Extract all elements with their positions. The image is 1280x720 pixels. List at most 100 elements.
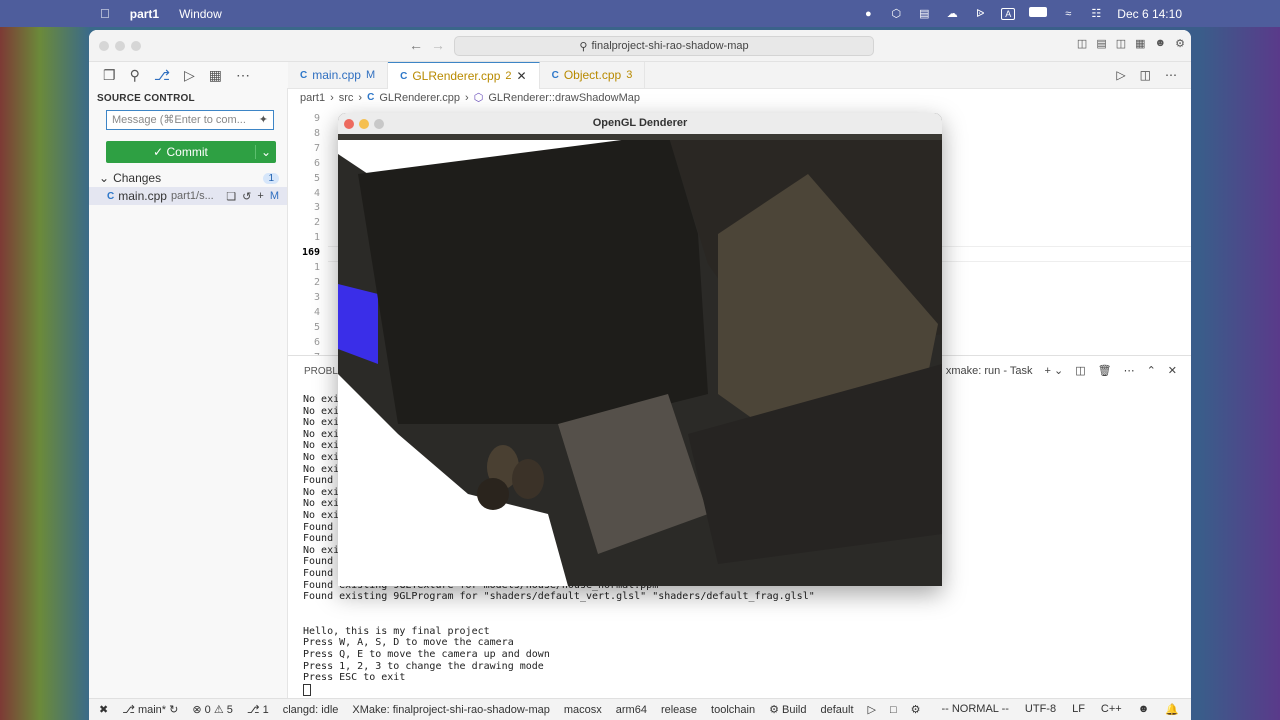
maximize-panel-icon[interactable]: ⌃ [1147, 364, 1156, 377]
toolchain[interactable]: toolchain [711, 704, 755, 716]
input-source-icon[interactable]: A [1001, 7, 1016, 20]
zoom-dot[interactable] [374, 119, 384, 129]
toggle-secondary-sidebar-icon[interactable]: ◫ [1116, 37, 1126, 50]
target[interactable]: default [820, 704, 853, 716]
split-editor-icon[interactable]: ◫ [1140, 68, 1151, 82]
chevron-down-icon[interactable]: ⌄ [255, 145, 276, 159]
battery-icon[interactable] [1029, 7, 1048, 20]
tab-object-cpp[interactable]: C Object.cpp 3 [540, 62, 646, 88]
breadcrumb-part1[interactable]: part1 [300, 92, 325, 104]
close-dot[interactable] [344, 119, 354, 129]
line-number: 8 [313, 127, 320, 139]
text-icon[interactable]: ▤ [917, 7, 931, 20]
explorer-icon[interactable]: ❐ [103, 67, 116, 84]
arch[interactable]: arm64 [616, 704, 647, 716]
sparkle-icon[interactable]: ✦ [259, 111, 268, 129]
debug-icon[interactable]: ⚙ [911, 703, 921, 716]
branch-icon: ⎇ [122, 704, 138, 716]
minimize-dot[interactable] [359, 119, 369, 129]
cloud-icon[interactable]: ☁ [945, 7, 959, 20]
build-button[interactable]: ⚙ Build [769, 703, 806, 716]
breadcrumb-file[interactable]: GLRenderer.cpp [379, 92, 460, 104]
run-icon[interactable]: ▷ [1116, 68, 1125, 82]
close-dot[interactable] [99, 41, 109, 51]
stage-icon[interactable]: + [257, 190, 263, 203]
run-icon[interactable]: ▷ [868, 703, 876, 716]
terminal-line: Press W, A, S, D to move the camera [303, 637, 514, 649]
commit-message-input[interactable]: Message (⌘Enter to com... ✦ [106, 110, 274, 130]
line-number: 6 [313, 157, 320, 169]
settings-gear-icon[interactable]: ⚙ [1175, 37, 1185, 50]
more-icon[interactable]: ⋯ [236, 67, 250, 84]
line-number: 4 [313, 187, 320, 199]
back-arrow-icon[interactable]: ← [409, 37, 423, 53]
opengl-window[interactable]: OpenGL Denderer [338, 113, 942, 586]
problems-status[interactable]: ⊗ 0 ⚠ 5 [192, 703, 233, 716]
window-menu[interactable]: Window [179, 7, 222, 21]
control-center-icon[interactable]: ☷ [1089, 7, 1103, 20]
close-panel-icon[interactable]: ✕ [1168, 364, 1177, 377]
commit-button[interactable]: ✓ Commit ⌄ [106, 141, 276, 163]
bluetooth-icon[interactable]: ᐉ [973, 7, 987, 20]
language-mode[interactable]: C++ [1101, 703, 1122, 716]
changes-group[interactable]: ⌄ Changes 1 [99, 170, 279, 186]
platform[interactable]: macosx [564, 704, 602, 716]
copilot-icon[interactable]: ☻ [1138, 703, 1150, 716]
trash-icon[interactable]: 🗑 [1098, 364, 1112, 377]
terminal-line: Hello, this is my final project [303, 625, 490, 637]
sync-icon: ↻ [169, 704, 179, 716]
customize-layout-icon[interactable]: ▦ [1135, 37, 1145, 50]
toggle-panel-icon[interactable]: ▤ [1096, 37, 1106, 50]
terminal-line: Press Q, E to move the camera up and dow… [303, 649, 550, 661]
search-text: finalproject-shi-rao-shadow-map [591, 40, 749, 52]
notifications-icon[interactable]: 🔔 [1165, 703, 1179, 716]
toggle-sidebar-icon[interactable]: ◫ [1077, 37, 1087, 50]
open-file-icon[interactable]: ❏ [226, 190, 236, 203]
gear-icon: ⚙ [769, 704, 782, 716]
clangd-status[interactable]: clangd: idle [283, 704, 339, 716]
ports-status[interactable]: ⎇ 1 [247, 703, 269, 716]
more-icon[interactable]: ⋯ [1124, 364, 1135, 377]
minimize-dot[interactable] [115, 41, 125, 51]
branch-status[interactable]: ⎇ main* ↻ [122, 703, 178, 716]
cpp-file-icon: C [400, 70, 408, 82]
command-center-search[interactable]: ⚲ finalproject-shi-rao-shadow-map [454, 36, 874, 56]
build-mode[interactable]: release [661, 704, 697, 716]
run-debug-icon[interactable]: ▷ [184, 67, 195, 84]
encoding[interactable]: UTF-8 [1025, 703, 1056, 716]
clock[interactable]: Dec 6 14:10 [1117, 7, 1182, 21]
rendered-3d-scene[interactable] [338, 134, 942, 586]
close-icon[interactable]: ✕ [517, 69, 527, 83]
breadcrumb-symbol[interactable]: GLRenderer::drawShadowMap [488, 92, 640, 104]
account-icon[interactable]: ☻ [1155, 37, 1167, 50]
extensions-icon[interactable]: ▦ [209, 67, 222, 84]
cube-icon[interactable]: ⬡ [889, 7, 903, 20]
wifi-icon[interactable]: ≈ [1061, 8, 1075, 20]
apple-menu-icon[interactable]:  [100, 6, 110, 21]
discard-icon[interactable]: ↺ [242, 190, 251, 203]
app-menu[interactable]: part1 [130, 7, 159, 21]
sidebar-title: SOURCE CONTROL [97, 93, 195, 104]
search-view-icon[interactable]: ⚲ [130, 67, 140, 84]
new-terminal-icon[interactable]: + ⌄ [1044, 364, 1063, 377]
changed-file-row[interactable]: C main.cpp part1/s... ❏ ↺ + M [89, 187, 287, 205]
forward-arrow-icon[interactable]: → [431, 37, 445, 53]
zoom-dot[interactable] [131, 41, 141, 51]
line-number: 9 [313, 113, 320, 124]
error-count: 0 [204, 704, 211, 716]
tab-glrenderer-cpp[interactable]: C GLRenderer.cpp 2 ✕ [388, 62, 540, 89]
line-number: 7 [313, 142, 320, 154]
breadcrumb-src[interactable]: src [339, 92, 354, 104]
eol[interactable]: LF [1072, 703, 1085, 716]
more-actions-icon[interactable]: ⋯ [1165, 68, 1177, 82]
line-number: 4 [313, 306, 320, 318]
terminal-task-name[interactable]: xmake: run - Task [946, 365, 1033, 377]
xmake-project[interactable]: XMake: finalproject-shi-rao-shadow-map [352, 704, 549, 716]
title-bar: ← → ⚲ finalproject-shi-rao-shadow-map ◫ … [89, 30, 1191, 62]
split-terminal-icon[interactable]: ◫ [1075, 364, 1085, 377]
remote-icon[interactable]: ✖ [99, 703, 108, 716]
record-icon[interactable]: ● [861, 8, 875, 20]
tab-main-cpp[interactable]: C main.cpp M [288, 62, 389, 88]
source-control-icon[interactable]: ⎇ [154, 67, 170, 84]
stop-icon[interactable]: □ [890, 704, 897, 716]
